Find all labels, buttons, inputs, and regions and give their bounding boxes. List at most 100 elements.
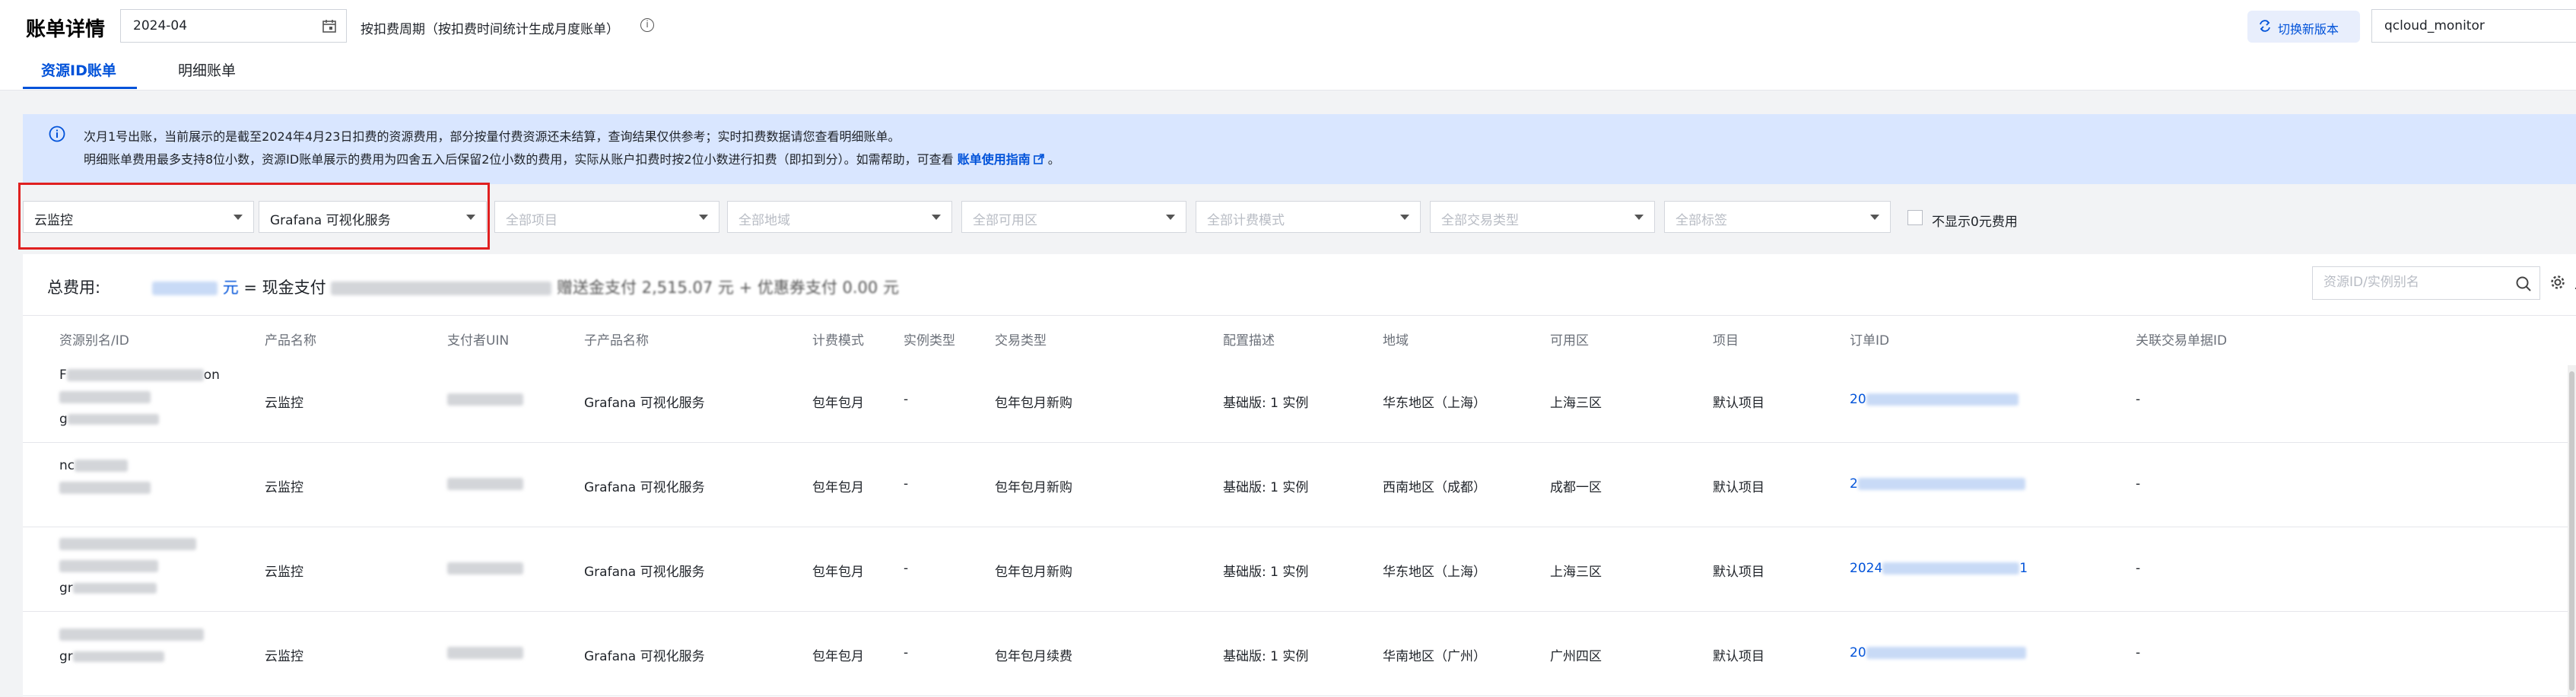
tab-detail-bill[interactable]: 明细账单 (178, 59, 236, 80)
table-row: Fon g 云监控 Grafana 可视化服务 包年包月 - 包年包月新购 基础… (23, 358, 2576, 443)
switch-version-button[interactable]: 切换新版本 (2247, 11, 2360, 43)
zone-cell: 成都一区 (1550, 480, 1602, 495)
payer-uin-cell (447, 392, 523, 407)
resource-alias-cell[interactable]: gr (59, 536, 196, 603)
zone-cell: 广州四区 (1550, 649, 1602, 664)
billing-mode-cell: 包年包月 (812, 480, 864, 495)
project-cell: 默认项目 (1713, 480, 1764, 495)
project-filter[interactable]: 全部项目 (494, 201, 719, 233)
instance-type-cell: - (904, 392, 909, 407)
related-id-cell: - (2136, 561, 2141, 576)
sub-product-cell: Grafana 可视化服务 (584, 565, 705, 580)
tab-resource-id-bill[interactable]: 资源ID账单 (41, 59, 116, 80)
download-icon[interactable] (2572, 274, 2576, 291)
region-cell: 西南地区（成都） (1383, 480, 1486, 495)
hide-zero-checkbox[interactable] (1907, 210, 1923, 225)
alias-sub: gr (59, 581, 73, 596)
notice-line-1: 次月1号出账，当前展示的是截至2024年4月23日扣费的资源费用，部分按量付费资… (84, 129, 900, 144)
region-filter-placeholder: 全部地域 (738, 213, 790, 228)
region-cell: 华东地区（上海） (1383, 396, 1486, 411)
config-cell: 基础版: 1 实例 (1223, 396, 1309, 411)
zone-cell: 上海三区 (1550, 396, 1602, 411)
header-region: 地域 (1383, 333, 1409, 348)
zone-filter[interactable]: 全部可用区 (961, 201, 1186, 233)
trade-type-filter-placeholder: 全部交易类型 (1441, 213, 1519, 228)
page-header: 账单详情 2024-04 按扣费周期（按扣费时间统计生成月度账单） i 切换新版… (0, 0, 2576, 91)
order-id-link[interactable]: 20 (1850, 392, 2019, 407)
cash-pay-label: = 现金支付 (243, 278, 326, 297)
redacted-alias (75, 460, 129, 472)
redacted-sub-id (72, 583, 157, 594)
instance-type-cell: - (904, 561, 909, 576)
gift-coupon-text: 赠送金支付 2,515.07 元 + 优惠券支付 0.00 元 (557, 278, 899, 297)
project-cell: 默认项目 (1713, 565, 1764, 580)
region-cell: 华东地区（上海） (1383, 565, 1486, 580)
billing-guide-link[interactable]: 账单使用指南 (958, 152, 1031, 167)
resource-search-box[interactable] (2312, 266, 2540, 300)
vertical-scrollbar[interactable] (2568, 365, 2576, 697)
redacted-uin (447, 647, 523, 659)
region-filter[interactable]: 全部地域 (727, 201, 952, 233)
order-id-prefix: 20 (1850, 392, 1866, 407)
redacted-uin (447, 562, 523, 574)
alias-sub: gr (59, 649, 73, 664)
product-cell: 云监控 (265, 480, 303, 495)
header-resource-alias: 资源别名/ID (59, 333, 129, 348)
chevron-down-icon (1634, 215, 1644, 220)
search-icon[interactable] (2515, 275, 2532, 292)
billing-mode-filter[interactable]: 全部计费模式 (1196, 201, 1421, 233)
redacted-resource-id (59, 391, 151, 403)
order-id-suffix: 1 (2019, 561, 2028, 576)
order-id-link[interactable]: 20 (1850, 645, 2026, 660)
order-id-link[interactable]: 2 (1850, 476, 2025, 492)
zone-filter-placeholder: 全部可用区 (973, 213, 1037, 228)
highlight-annotation-box (18, 183, 490, 250)
scrollbar-thumb[interactable] (2569, 371, 2574, 691)
resource-alias-cell[interactable]: Fon g (59, 368, 220, 434)
gear-icon[interactable] (2549, 274, 2566, 291)
related-id-cell: - (2136, 476, 2141, 492)
calendar-icon[interactable] (322, 18, 337, 33)
alias-sub: g (59, 412, 68, 427)
page-title: 账单详情 (26, 18, 106, 41)
project-filter-placeholder: 全部项目 (506, 213, 557, 228)
external-link-icon[interactable] (1033, 154, 1044, 164)
account-selector[interactable]: qcloud_monitor (2371, 9, 2576, 43)
hide-zero-label[interactable]: 不显示0元费用 (1932, 211, 2018, 230)
resource-search-input[interactable] (2322, 274, 2500, 291)
month-picker[interactable]: 2024-04 (120, 9, 347, 43)
chevron-down-icon (932, 215, 941, 220)
header-project: 项目 (1713, 333, 1739, 348)
header-config: 配置描述 (1223, 333, 1275, 348)
header-billing-mode: 计费模式 (812, 333, 864, 348)
info-notice: 次月1号出账，当前展示的是截至2024年4月23日扣费的资源费用，部分按量付费资… (23, 114, 2576, 184)
info-icon[interactable]: i (640, 18, 654, 32)
order-id-prefix: 2 (1850, 476, 1858, 492)
zone-cell: 上海三区 (1550, 565, 1602, 580)
order-id-link[interactable]: 2024 1 (1850, 561, 2028, 576)
chevron-down-icon (699, 215, 708, 220)
trade-type-filter[interactable]: 全部交易类型 (1430, 201, 1655, 233)
header-trade-type: 交易类型 (995, 333, 1047, 348)
product-cell: 云监控 (265, 396, 303, 411)
redacted-uin (447, 393, 523, 406)
redacted-order-id (1882, 562, 2020, 574)
resource-alias-cell[interactable]: gr (59, 627, 204, 671)
product-cell: 云监控 (265, 649, 303, 664)
table-row: nc 云监控 Grafana 可视化服务 包年包月 - 包年包月新购 基础版: … (23, 443, 2576, 527)
trade-type-cell: 包年包月新购 (995, 565, 1072, 580)
info-circle-icon (49, 126, 65, 142)
header-sub-product: 子产品名称 (584, 333, 649, 348)
table-header: 资源别名/ID 产品名称 支付者UIN 子产品名称 计费模式 实例类型 交易类型… (23, 315, 2576, 359)
table-row: gr 云监控 Grafana 可视化服务 包年包月 - 包年包月续费 基础版: … (23, 612, 2576, 696)
tag-filter-placeholder: 全部标签 (1676, 213, 1727, 228)
instance-type-cell: - (904, 476, 909, 492)
billing-cycle-text: 按扣费周期（按扣费时间统计生成月度账单） (361, 22, 619, 37)
total-cost-label: 总费用: (47, 278, 101, 297)
resource-alias-cell[interactable]: nc (59, 458, 151, 502)
tag-filter[interactable]: 全部标签 (1664, 201, 1891, 233)
instance-type-cell: - (904, 645, 909, 660)
billing-mode-cell: 包年包月 (812, 396, 864, 411)
alias-prefix: nc (59, 458, 75, 473)
chevron-down-icon (1166, 215, 1175, 220)
